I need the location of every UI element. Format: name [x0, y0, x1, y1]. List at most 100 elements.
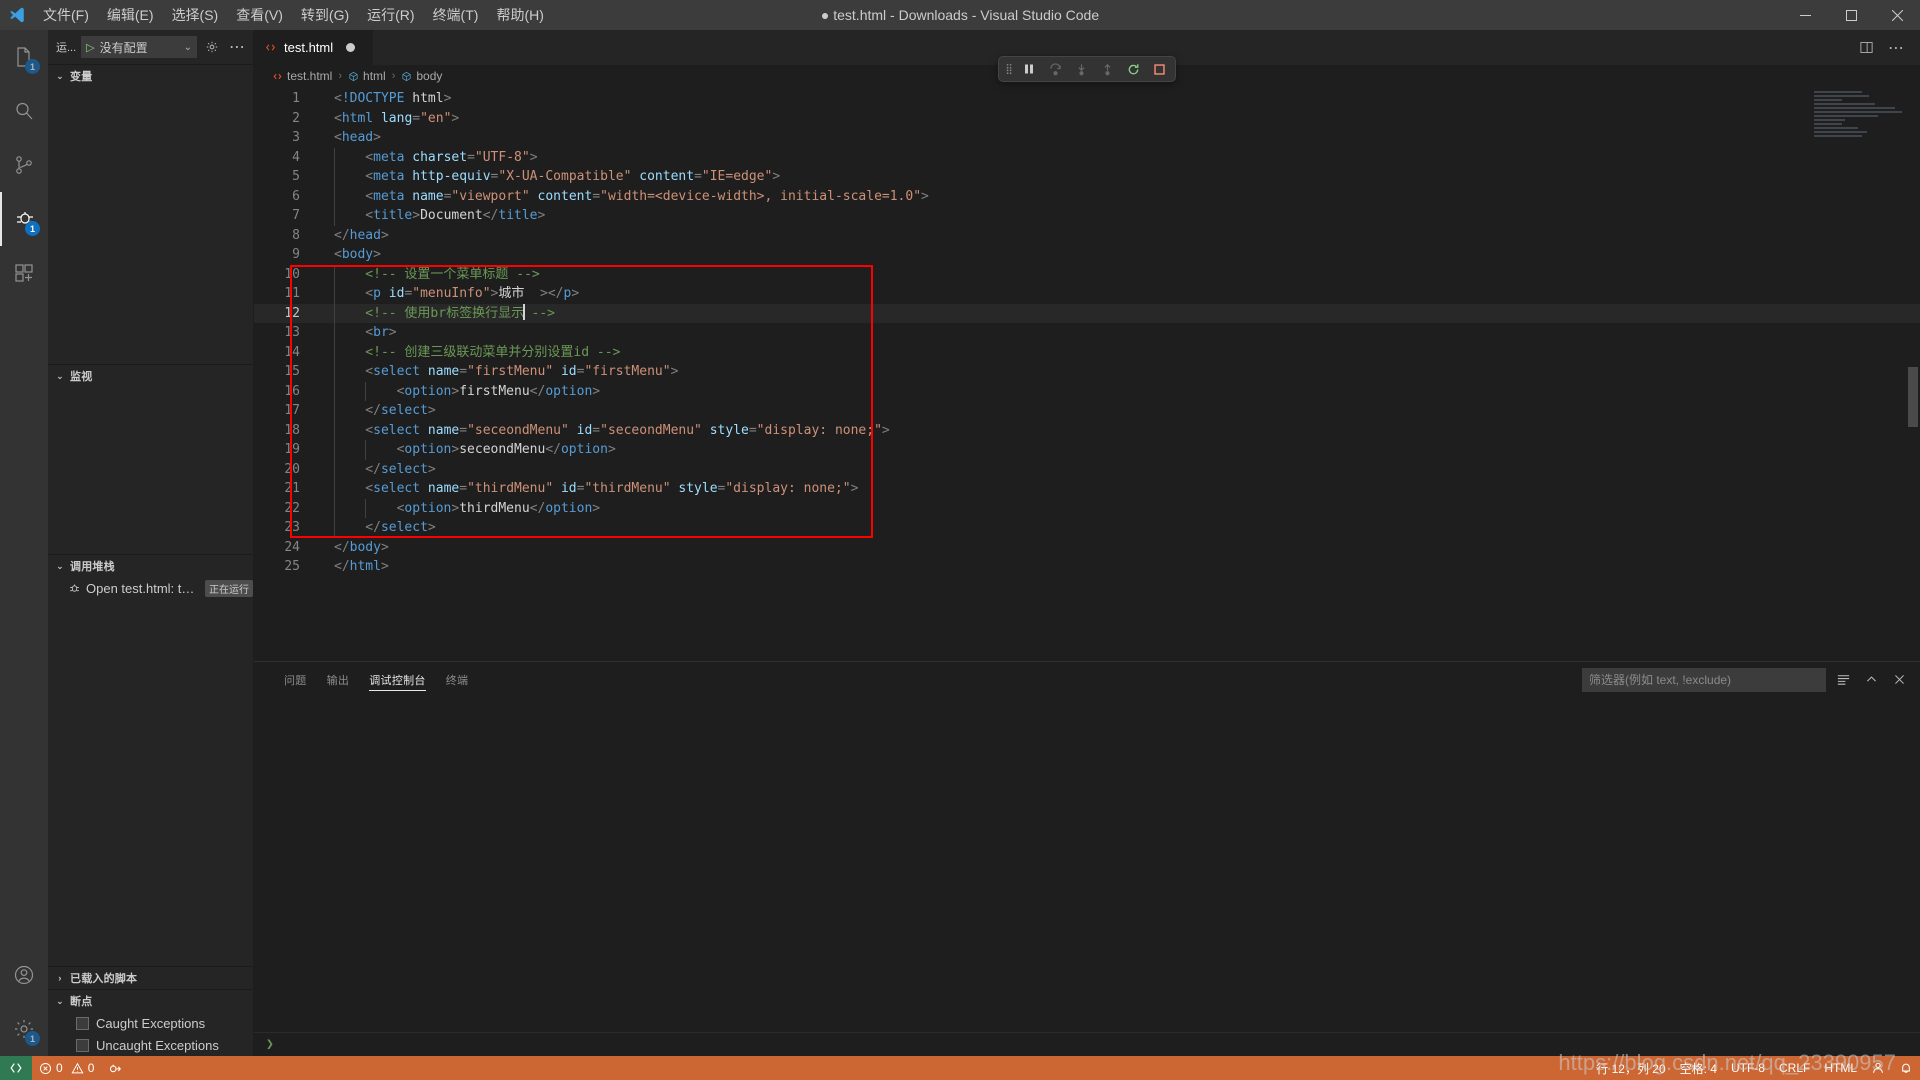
minimap[interactable]	[1814, 91, 1906, 153]
feedback-smiley-icon[interactable]	[1864, 1056, 1892, 1080]
list-item[interactable]: Open test.html: test.h... 正在运行	[48, 577, 253, 599]
tab-terminal[interactable]: 终端	[436, 662, 479, 697]
pause-button[interactable]	[1017, 58, 1041, 80]
notifications-bell-icon[interactable]	[1892, 1056, 1920, 1080]
code-line[interactable]: 3 <head>	[254, 128, 1920, 148]
code-text[interactable]: <head>	[324, 128, 1920, 148]
code-text[interactable]: <!DOCTYPE html>	[324, 89, 1920, 109]
code-line[interactable]: 23 </select>	[254, 518, 1920, 538]
code-text[interactable]: <option>seceondMenu</option>	[324, 440, 1920, 460]
code-text[interactable]: <meta name="viewport" content="width=<de…	[324, 186, 1920, 206]
chevron-down-icon[interactable]: ⌄	[54, 561, 66, 572]
scrollbar-thumb[interactable]	[1908, 367, 1918, 427]
code-line[interactable]: 4 <meta charset="UTF-8">	[254, 147, 1920, 167]
code-lines[interactable]: 1 <!DOCTYPE html> 2 <html lang="en"> 3 <head>…	[254, 87, 1920, 577]
code-text[interactable]: <!-- 使用br标签换行显示 -->	[324, 303, 1920, 323]
menu-terminal[interactable]: 终端(T)	[424, 0, 488, 30]
code-text[interactable]: <option>thirdMenu</option>	[324, 498, 1920, 518]
code-line[interactable]: 1 <!DOCTYPE html>	[254, 89, 1920, 109]
remote-window-icon[interactable]	[0, 1056, 32, 1080]
code-line[interactable]: 24 </body>	[254, 538, 1920, 558]
code-text[interactable]: <select name="thirdMenu" id="thirdMenu" …	[324, 479, 1920, 499]
checkbox[interactable]	[76, 1016, 89, 1030]
settings-gear-icon[interactable]: 1	[0, 1002, 48, 1056]
close-panel-icon[interactable]	[1888, 669, 1910, 691]
editor-scrollbar[interactable]	[1906, 87, 1920, 661]
breakpoints-pane-header[interactable]: ⌄ 断点	[48, 990, 253, 1012]
code-line[interactable]: 17 </select>	[254, 401, 1920, 421]
debug-console-input[interactable]: ❯	[254, 1032, 1920, 1056]
code-line[interactable]: 16 <option>firstMenu</option>	[254, 381, 1920, 401]
code-text[interactable]: <option>firstMenu</option>	[324, 381, 1920, 401]
launch-config-select[interactable]: ▷ 没有配置 ⌄	[81, 36, 197, 58]
menu-edit[interactable]: 编辑(E)	[98, 0, 163, 30]
code-text[interactable]: <br>	[324, 323, 1920, 343]
sidebar-item-search[interactable]	[0, 84, 48, 138]
variables-pane-header[interactable]: ⌄ 变量	[48, 65, 253, 87]
code-editor[interactable]: 1 <!DOCTYPE html> 2 <html lang="en"> 3 <head>…	[254, 87, 1920, 661]
clear-console-icon[interactable]	[1832, 669, 1854, 691]
language-mode[interactable]: HTML	[1817, 1056, 1864, 1080]
chevron-down-icon[interactable]: ⌄	[184, 42, 192, 53]
code-line[interactable]: 5 <meta http-equiv = "X-UA-Compatible" cont…	[254, 167, 1920, 187]
code-line[interactable]: 21 <select name="thirdMenu" id="thirdMenu…	[254, 479, 1920, 499]
list-item[interactable]: Uncaught Exceptions	[48, 1034, 253, 1056]
debug-more-actions-icon[interactable]: ⋯	[227, 36, 247, 58]
sidebar-item-run-and-debug[interactable]: 1	[0, 192, 48, 246]
code-line[interactable]: 18 <select name="seceondMenu" id="seceond…	[254, 420, 1920, 440]
code-line[interactable]: 7 <title>Document</title>	[254, 206, 1920, 226]
code-line[interactable]: 2 <html lang="en">	[254, 109, 1920, 129]
tab-test-html[interactable]: test.html	[254, 30, 374, 65]
menu-selection[interactable]: 选择(S)	[163, 0, 228, 30]
sidebar-item-extensions[interactable]	[0, 246, 48, 300]
code-text[interactable]: <select name="seceondMenu" id="seceondMe…	[324, 420, 1920, 440]
code-text[interactable]: <body>	[324, 245, 1920, 265]
drag-handle-icon[interactable]: ⣿	[1003, 64, 1015, 75]
filter-input[interactable]: 筛选器(例如 text, !exclude)	[1582, 667, 1826, 692]
step-out-button[interactable]	[1095, 58, 1119, 80]
code-text[interactable]: </select>	[324, 518, 1920, 538]
code-text[interactable]: <meta charset="UTF-8">	[324, 147, 1920, 167]
code-text[interactable]: <meta http-equiv = "X-UA-Compatible" conte…	[324, 167, 1920, 187]
loaded-scripts-pane-header[interactable]: › 已载入的脚本	[48, 967, 253, 989]
menu-help[interactable]: 帮助(H)	[487, 0, 552, 30]
indentation[interactable]: 空格: 4	[1673, 1056, 1724, 1080]
code-text[interactable]: </select>	[324, 401, 1920, 421]
chevron-down-icon[interactable]: ⌄	[54, 996, 66, 1007]
split-editor-icon[interactable]	[1852, 30, 1880, 65]
code-line[interactable]: 6 <meta name="viewport" content="width=<d…	[254, 186, 1920, 206]
minimize-button[interactable]	[1782, 0, 1828, 30]
code-text[interactable]: </body>	[324, 538, 1920, 558]
code-text[interactable]: </head>	[324, 226, 1920, 246]
stop-button[interactable]	[1147, 58, 1171, 80]
code-text[interactable]: <title>Document</title>	[324, 206, 1920, 226]
watch-pane-header[interactable]: ⌄ 监视	[48, 365, 253, 387]
breadcrumb-item-file[interactable]: test.html	[272, 69, 332, 83]
chevron-down-icon[interactable]: ⌄	[54, 371, 66, 382]
restart-button[interactable]	[1121, 58, 1145, 80]
start-debug-icon[interactable]: ▷	[86, 41, 94, 54]
code-line[interactable]: 20 </select>	[254, 459, 1920, 479]
menu-run[interactable]: 运行(R)	[358, 0, 423, 30]
code-line[interactable]: 15 <select name="firstMenu" id="firstMenu…	[254, 362, 1920, 382]
breadcrumb-item-body[interactable]: body	[401, 69, 442, 83]
debug-floating-toolbar[interactable]: ⣿	[998, 56, 1176, 82]
step-over-button[interactable]	[1043, 58, 1067, 80]
chevron-up-icon[interactable]	[1860, 669, 1882, 691]
code-text[interactable]: <!-- 设置一个菜单标题 -->	[324, 264, 1920, 284]
code-line[interactable]: 14 <!-- 创建三级联动菜单并分别设置id -->	[254, 342, 1920, 362]
code-line[interactable]: 12 <!-- 使用br标签换行显示 -->	[254, 303, 1920, 323]
callstack-pane-header[interactable]: ⌄ 调用堆栈	[48, 555, 253, 577]
code-line[interactable]: 19 <option>seceondMenu</option>	[254, 440, 1920, 460]
code-line[interactable]: 22 <option>thirdMenu</option>	[254, 498, 1920, 518]
debug-console-output[interactable]: ❯	[254, 697, 1920, 1056]
code-line[interactable]: 10 <!-- 设置一个菜单标题 -->	[254, 264, 1920, 284]
unsaved-indicator[interactable]	[346, 43, 356, 52]
close-button[interactable]	[1874, 0, 1920, 30]
code-text[interactable]: </select>	[324, 459, 1920, 479]
status-problems[interactable]: 0 0	[32, 1056, 101, 1080]
step-into-button[interactable]	[1069, 58, 1093, 80]
code-text[interactable]: <select name="firstMenu" id="firstMenu">	[324, 362, 1920, 382]
tab-problems[interactable]: 问题	[274, 662, 317, 697]
list-item[interactable]: Caught Exceptions	[48, 1012, 253, 1034]
